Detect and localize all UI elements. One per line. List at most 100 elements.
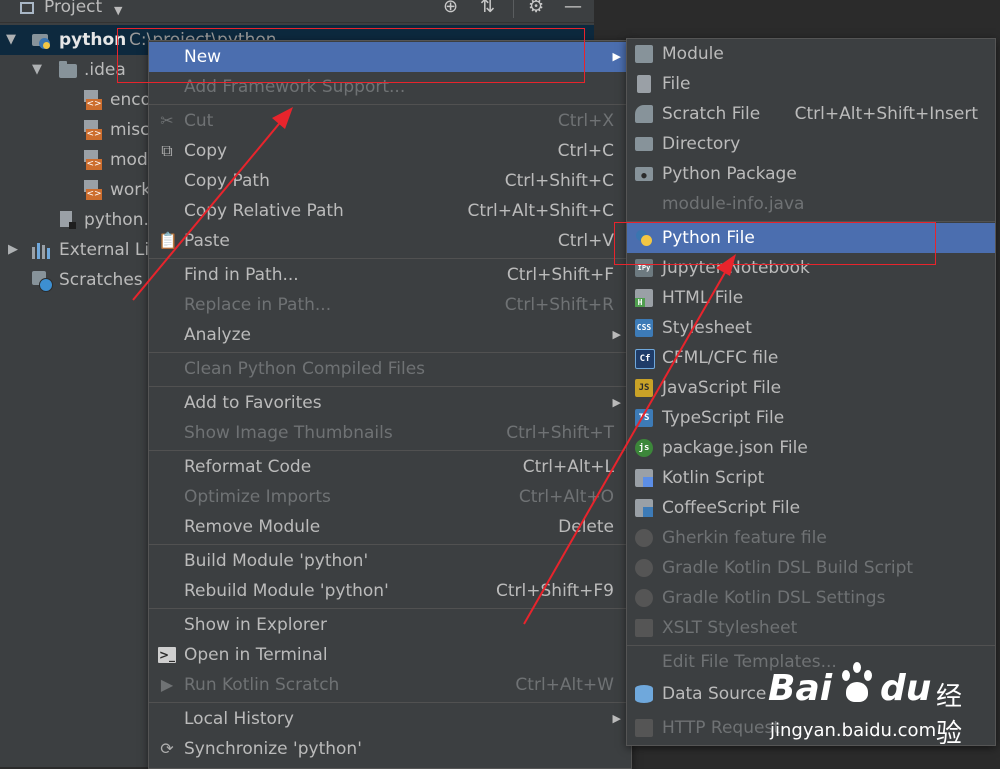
minimize-icon[interactable]: —: [564, 0, 582, 17]
submenu-item-javascript-file[interactable]: JS JavaScript File: [627, 373, 995, 403]
submenu-item-kotlin-script[interactable]: Kotlin Script: [627, 463, 995, 493]
menu-item-optimize-imports[interactable]: Optimize Imports Ctrl+Alt+O: [149, 482, 631, 512]
menu-item-rebuild-module[interactable]: Rebuild Module 'python' Ctrl+Shift+F9: [149, 576, 631, 606]
cfml-file-icon: Cf: [635, 349, 655, 369]
submenu-item-jupyter-notebook[interactable]: IPy Jupyter Notebook: [627, 253, 995, 283]
submenu-item-gherkin[interactable]: Gherkin feature file: [627, 523, 995, 553]
collapse-all-icon[interactable]: ⇅: [480, 0, 495, 17]
menu-item-label: Replace in Path...: [184, 295, 332, 315]
menu-item-label: Paste: [184, 231, 230, 251]
watermark-cn: 经验: [936, 682, 963, 749]
menu-item-paste[interactable]: 📋 Paste Ctrl+V: [149, 226, 631, 256]
menu-item-build-module[interactable]: Build Module 'python': [149, 546, 631, 576]
submenu-item-file[interactable]: File: [627, 69, 995, 99]
chevron-down-icon[interactable]: ▼: [32, 55, 42, 85]
kotlin-icon: [635, 469, 653, 487]
submenu-item-gradle-build-script[interactable]: Gradle Kotlin DSL Build Script: [627, 553, 995, 583]
chevron-right-icon[interactable]: ▶: [8, 235, 18, 265]
xml-file-icon: <>: [84, 180, 102, 200]
clipboard-icon: 📋: [158, 231, 178, 250]
menu-item-label: HTML File: [662, 288, 744, 308]
xml-file-icon: <>: [84, 150, 102, 170]
menu-item-label: Python File: [662, 228, 755, 248]
folder-icon: [59, 61, 77, 78]
menu-separator: [149, 352, 631, 353]
menu-item-new[interactable]: New ▶: [149, 42, 631, 72]
menu-item-show-image-thumbnails[interactable]: Show Image Thumbnails Ctrl+Shift+T: [149, 418, 631, 448]
submenu-item-python-file[interactable]: Python File: [627, 223, 995, 253]
submenu-item-module-info[interactable]: module-info.java: [627, 189, 995, 219]
menu-item-label: Open in Terminal: [184, 645, 328, 665]
menu-item-cut[interactable]: ✂ Cut Ctrl+X: [149, 106, 631, 136]
gherkin-icon: [635, 529, 653, 547]
xml-file-icon: <>: [84, 120, 102, 140]
menu-item-copy-relative-path[interactable]: Copy Relative Path Ctrl+Alt+Shift+C: [149, 196, 631, 226]
tree-item-label: Scratches a: [59, 270, 159, 290]
menu-item-label: Jupyter Notebook: [662, 258, 810, 278]
chevron-down-icon[interactable]: ▼: [6, 25, 16, 55]
chevron-down-icon[interactable]: ▼: [114, 4, 122, 17]
project-view-icon[interactable]: [20, 2, 34, 14]
file-icon: [637, 75, 651, 93]
menu-separator: [149, 104, 631, 105]
submenu-arrow-icon: ▶: [612, 712, 621, 725]
menu-item-find-in-path[interactable]: Find in Path... Ctrl+Shift+F: [149, 260, 631, 290]
menu-separator: [627, 645, 995, 646]
html-file-icon: H: [635, 289, 653, 307]
menu-item-reformat-code[interactable]: Reformat Code Ctrl+Alt+L: [149, 452, 631, 482]
jupyter-icon: IPy: [635, 259, 653, 277]
submenu-item-xslt-stylesheet[interactable]: XSLT Stylesheet: [627, 613, 995, 643]
menu-item-label: Clean Python Compiled Files: [184, 359, 426, 379]
submenu-item-package-json[interactable]: js package.json File: [627, 433, 995, 463]
submenu-item-python-package[interactable]: ● Python Package: [627, 159, 995, 189]
menu-item-synchronize[interactable]: ⟳ Synchronize 'python': [149, 734, 631, 764]
submenu-item-scratch-file[interactable]: Scratch File Ctrl+Alt+Shift+Insert: [627, 99, 995, 129]
tree-item-label: enco: [110, 90, 151, 110]
menu-item-label: Gherkin feature file: [662, 528, 827, 548]
menu-item-open-in-terminal[interactable]: >_ Open in Terminal: [149, 640, 631, 670]
http-icon: [635, 719, 653, 737]
submenu-item-module[interactable]: Module: [627, 39, 995, 69]
menu-item-shortcut: Ctrl+C: [557, 141, 614, 161]
menu-item-label: Module: [662, 44, 724, 64]
submenu-arrow-icon: ▶: [612, 396, 621, 409]
menu-item-clean-python-compiled[interactable]: Clean Python Compiled Files: [149, 354, 631, 384]
submenu-item-cfml-file[interactable]: Cf CFML/CFC file: [627, 343, 995, 373]
locate-target-icon[interactable]: ⊕: [443, 0, 458, 17]
submenu-item-html-file[interactable]: H HTML File: [627, 283, 995, 313]
scratches-icon: [32, 271, 53, 292]
tree-item-label: python: [59, 30, 127, 50]
menu-item-label: module-info.java: [662, 194, 805, 214]
menu-item-label: TypeScript File: [662, 408, 785, 428]
menu-item-copy-path[interactable]: Copy Path Ctrl+Shift+C: [149, 166, 631, 196]
divider: [513, 0, 514, 18]
submenu-item-typescript-file[interactable]: TS TypeScript File: [627, 403, 995, 433]
menu-item-show-in-explorer[interactable]: Show in Explorer: [149, 610, 631, 640]
submenu-item-directory[interactable]: Directory: [627, 129, 995, 159]
watermark-brand: Bai: [768, 668, 833, 709]
menu-item-label: Add to Favorites: [184, 393, 322, 413]
scissors-icon: ✂: [160, 111, 174, 130]
menu-item-add-framework-support[interactable]: Add Framework Support...: [149, 72, 631, 102]
folder-icon: [635, 137, 653, 151]
menu-item-label: Local History: [184, 709, 294, 729]
menu-item-label: File: [662, 74, 691, 94]
menu-item-add-to-favorites[interactable]: Add to Favorites ▶: [149, 388, 631, 418]
menu-item-label: Synchronize 'python': [184, 739, 362, 759]
submenu-item-stylesheet[interactable]: CSS Stylesheet: [627, 313, 995, 343]
project-view-selector[interactable]: Project: [44, 0, 102, 17]
menu-item-copy[interactable]: ⧉ Copy Ctrl+C: [149, 136, 631, 166]
menu-item-local-history[interactable]: Local History ▶: [149, 704, 631, 734]
menu-item-label: package.json File: [662, 438, 808, 458]
menu-item-run-kotlin-scratch[interactable]: ▶ Run Kotlin Scratch Ctrl+Alt+W: [149, 670, 631, 700]
menu-item-replace-in-path[interactable]: Replace in Path... Ctrl+Shift+R: [149, 290, 631, 320]
paw-icon: [838, 662, 878, 706]
menu-item-shortcut: Ctrl+V: [557, 231, 614, 251]
submenu-item-gradle-settings[interactable]: Gradle Kotlin DSL Settings: [627, 583, 995, 613]
gear-icon[interactable]: ⚙: [528, 0, 544, 17]
menu-item-analyze[interactable]: Analyze ▶: [149, 320, 631, 350]
menu-item-label: Find in Path...: [184, 265, 299, 285]
menu-item-label: Gradle Kotlin DSL Settings: [662, 588, 886, 608]
menu-item-remove-module[interactable]: Remove Module Delete: [149, 512, 631, 542]
submenu-item-coffeescript-file[interactable]: CoffeeScript File: [627, 493, 995, 523]
